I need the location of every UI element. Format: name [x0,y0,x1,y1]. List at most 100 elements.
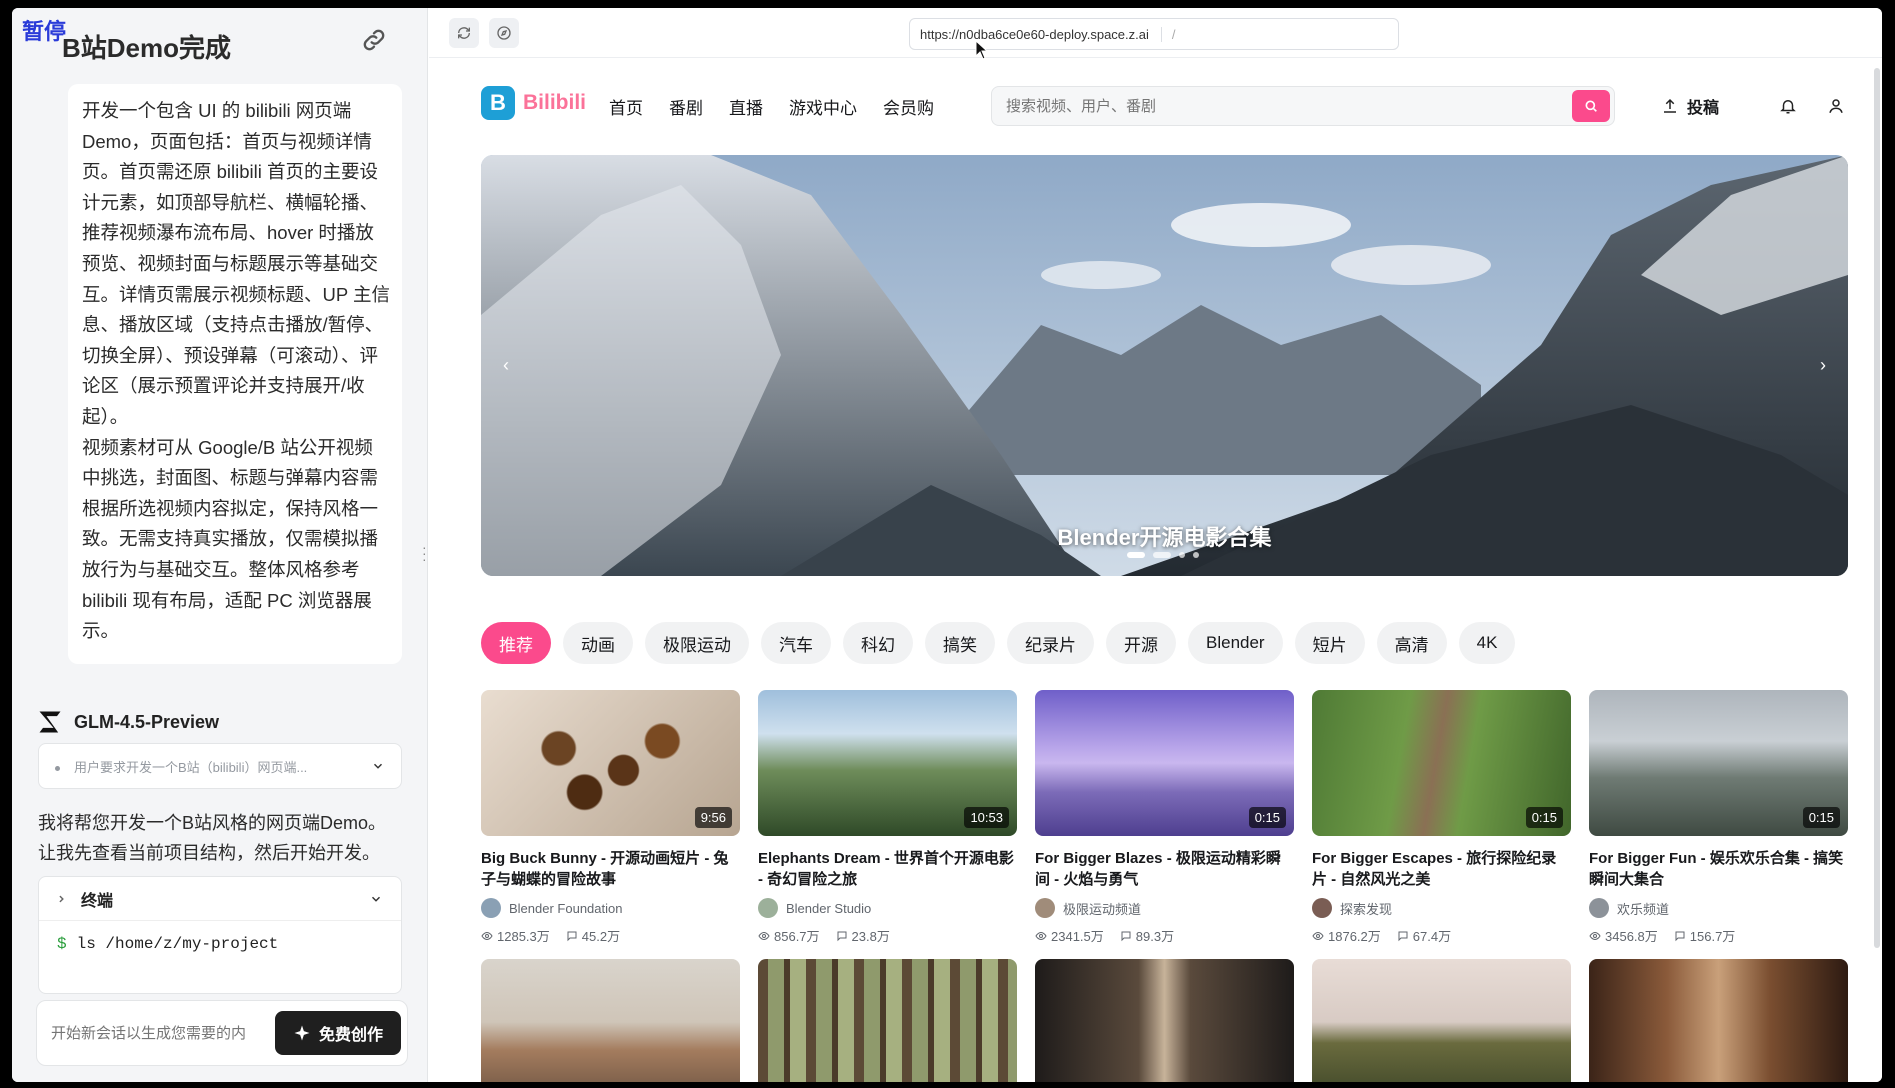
pause-overlay-label: 暂停 [22,19,67,44]
avatar [1312,898,1332,918]
nav-item-games[interactable]: 游戏中心 [789,94,857,119]
eye-icon [758,931,770,940]
video-card[interactable]: 0:15 For Bigger Escapes - 旅行探险纪录片 - 自然风光… [1312,690,1571,945]
user-prompt-card: 开发一个包含 UI 的 bilibili 网页端 Demo，页面包括：首页与视频… [68,84,402,664]
nav-item-mall[interactable]: 会员购 [883,94,934,119]
video-stats: 1876.2万 67.4万 [1312,926,1571,945]
refresh-button[interactable] [449,18,479,48]
video-thumbnail[interactable]: 9:56 [481,690,740,836]
video-card[interactable] [481,959,740,1082]
video-card[interactable] [1589,959,1848,1082]
prompt-paragraph: 开发一个包含 UI 的 bilibili 网页端 Demo，页面包括：首页与视频… [82,100,391,427]
tab-recommend[interactable]: 推荐 [481,622,551,664]
uploader-row[interactable]: Blender Studio [758,898,1017,918]
site-logo[interactable]: B Bilibili [481,86,586,120]
open-external-button[interactable] [489,18,519,48]
comment-icon [1398,931,1408,941]
video-thumbnail[interactable]: 10:53 [758,690,1017,836]
video-thumbnail[interactable] [758,959,1017,1082]
upload-button[interactable]: 投稿 [1661,94,1719,118]
new-chat-input[interactable] [51,1024,251,1042]
uploader-row[interactable]: 极限运动频道 [1035,898,1294,918]
compass-icon [497,26,511,40]
video-thumbnail[interactable]: 0:15 [1312,690,1571,836]
view-count: 1876.2万 [1312,926,1381,945]
view-count: 1285.3万 [481,926,550,945]
tab-short-film[interactable]: 短片 [1294,622,1365,664]
zai-logo-icon [39,711,61,733]
tab-scifi[interactable]: 科幻 [843,622,913,664]
video-thumbnail[interactable]: 0:15 [1589,690,1848,836]
resize-handle[interactable]: · · · [422,540,427,566]
nav-item-anime[interactable]: 番剧 [669,94,703,119]
scrollbar[interactable] [1874,68,1880,948]
video-title[interactable]: For Bigger Escapes - 旅行探险纪录片 - 自然风光之美 [1312,848,1571,890]
uploader-row[interactable]: 欢乐频道 [1589,898,1848,918]
video-title[interactable]: Elephants Dream - 世界首个开源电影 - 奇幻冒险之旅 [758,848,1017,890]
video-thumbnail[interactable] [1035,959,1294,1082]
search-box [991,86,1615,126]
tab-open-source[interactable]: 开源 [1106,622,1176,664]
search-button[interactable] [1572,90,1610,122]
video-card[interactable] [1312,959,1571,1082]
banner-prev-button[interactable]: ‹ [503,355,509,376]
video-duration: 10:53 [964,807,1009,828]
terminal-block: 终端 $ ls /home/z/my-project [38,876,402,994]
nav-item-home[interactable]: 首页 [609,94,643,119]
thinking-collapse[interactable]: 用户要求开发一个B站（bilibili）网页端... [38,743,402,789]
tab-hd[interactable]: 高清 [1376,622,1447,664]
bell-icon[interactable] [1779,97,1797,115]
uploader-row[interactable]: Blender Foundation [481,898,740,918]
video-title[interactable]: Big Buck Bunny - 开源动画短片 - 兔子与蝴蝶的冒险故事 [481,848,740,890]
model-name: GLM-4.5-Preview [74,711,220,732]
comment-count: 89.3万 [1120,926,1174,945]
tab-blender[interactable]: Blender [1188,622,1283,664]
comment-count: 156.7万 [1674,926,1735,945]
uploader-row[interactable]: 探索发现 [1312,898,1571,918]
tab-cars[interactable]: 汽车 [761,622,831,664]
url-path[interactable]: / [1160,26,1176,42]
video-thumbnail[interactable] [1589,959,1848,1082]
carousel-dot[interactable] [1153,552,1171,558]
create-button[interactable]: 免费创作 [275,1011,401,1055]
tab-funny[interactable]: 搞笑 [925,622,995,664]
tab-animation[interactable]: 动画 [563,622,633,664]
url-text: https://n0dba6ce0e60-deploy.space.z.ai [920,26,1149,42]
video-thumbnail[interactable] [1312,959,1571,1082]
video-card[interactable]: 10:53 Elephants Dream - 世界首个开源电影 - 奇幻冒险之… [758,690,1017,945]
eye-icon [481,931,493,940]
comment-icon [1675,931,1685,941]
comment-count: 45.2万 [566,926,620,945]
video-card[interactable] [1035,959,1294,1082]
search-input[interactable] [1006,97,1486,115]
comment-icon [567,931,577,941]
video-card[interactable] [758,959,1017,1082]
carousel-dot-active[interactable] [1127,552,1145,558]
tab-4k[interactable]: 4K [1458,622,1516,664]
eye-icon [1312,931,1324,940]
banner-carousel[interactable]: ‹ › Blender开源电影合集 [481,155,1848,576]
chat-panel: 暂停 B站Demo完成 开发一个包含 UI 的 bilibili 网页端 Dem… [12,8,428,1082]
video-thumbnail[interactable]: 0:15 [1035,690,1294,836]
terminal-header[interactable]: 终端 [39,877,401,921]
avatar [481,898,501,918]
video-card[interactable]: 0:15 For Bigger Blazes - 极限运动精彩瞬间 - 火焰与勇… [1035,690,1294,945]
nav-item-live[interactable]: 直播 [729,94,763,119]
video-title[interactable]: For Bigger Blazes - 极限运动精彩瞬间 - 火焰与勇气 [1035,848,1294,890]
carousel-dot[interactable] [1193,552,1199,558]
new-chat-bar: 免费创作 [36,1000,408,1066]
tab-extreme-sports[interactable]: 极限运动 [645,622,749,664]
video-title[interactable]: For Bigger Fun - 娱乐欢乐合集 - 搞笑瞬间大集合 [1589,848,1848,890]
link-icon[interactable] [360,26,388,54]
conversation-title: B站Demo完成 [62,33,232,63]
carousel-dot[interactable] [1179,552,1185,558]
banner-next-button[interactable]: › [1820,355,1826,376]
eye-icon [1589,931,1601,940]
video-card[interactable]: 9:56 Big Buck Bunny - 开源动画短片 - 兔子与蝴蝶的冒险故… [481,690,740,945]
video-card[interactable]: 0:15 For Bigger Fun - 娱乐欢乐合集 - 搞笑瞬间大集合 欢… [1589,690,1848,945]
logo-badge: B [481,86,515,120]
tab-documentary[interactable]: 纪录片 [1007,622,1094,664]
user-icon[interactable] [1827,97,1845,115]
video-thumbnail[interactable] [481,959,740,1082]
video-stats: 3456.8万 156.7万 [1589,926,1848,945]
